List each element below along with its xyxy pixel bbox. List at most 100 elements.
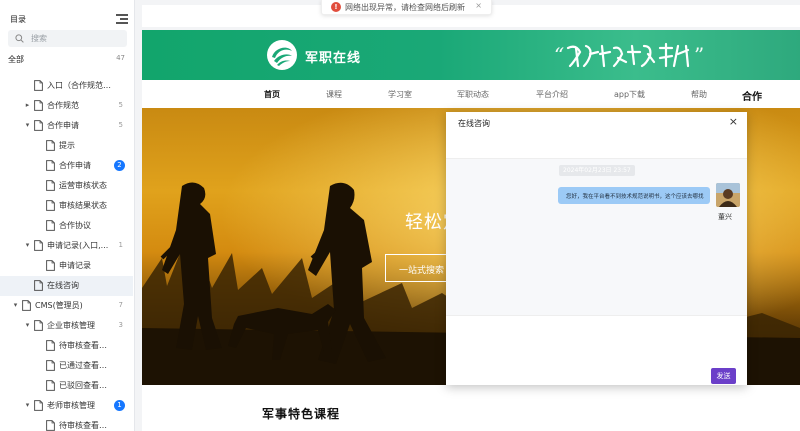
online-consult-dialog: 在线咨询 × 2024年02月23日 23:57 您好，我在平台看不到技术规范说… — [446, 112, 747, 385]
sidebar: 目录 搜索 全部 47 入口（合作规范、合...▸合作规范5▾合作申请5提示合作… — [0, 0, 135, 431]
logo-icon — [267, 40, 297, 70]
document-icon — [46, 220, 55, 231]
all-label: 全部 — [8, 55, 24, 64]
document-icon — [34, 120, 43, 131]
tree-item-count: 3 — [118, 321, 123, 329]
sidebar-title: 目录 — [10, 15, 26, 24]
tree-item-count: 5 — [118, 121, 123, 129]
site-nav: 首页 课程 学习室 军职动态 平台介绍 app下载 帮助 合作 — [142, 80, 800, 108]
nav-cooperation[interactable]: 合作 — [742, 88, 762, 103]
document-icon — [46, 180, 55, 191]
tree-item[interactable]: 待审核查看详情 — [0, 416, 133, 431]
caret-down-icon[interactable]: ▾ — [24, 122, 31, 129]
tree-item[interactable]: ▸ 合作规范 5 — [0, 96, 133, 116]
course-section: 军事特色课程 — [142, 385, 800, 431]
document-icon — [46, 360, 55, 371]
tree-item[interactable]: ▾ CMS(管理员) 7 — [0, 296, 133, 316]
tree-item[interactable]: 申请记录 — [0, 256, 133, 276]
toast-message: 网络出现异常，请检查网络后刷新 — [345, 3, 465, 12]
send-button[interactable]: 发送 — [711, 368, 736, 384]
tree-item-label: 待审核查看详情 — [59, 421, 113, 430]
tree-item[interactable]: 运营审核状态 — [0, 176, 133, 196]
nav-platform-intro[interactable]: 平台介绍 — [536, 89, 568, 100]
document-icon — [46, 200, 55, 211]
tree-item[interactable]: 待审核查看详情 — [0, 336, 133, 356]
tree-item-label: 已通过查看详情 — [59, 361, 113, 370]
tree-item-label: 企业审核管理 — [47, 321, 95, 330]
avatar — [716, 183, 740, 207]
section-title: 军事特色课程 — [262, 407, 341, 421]
nav-home[interactable]: 首页 — [264, 89, 280, 100]
nav-study-room[interactable]: 学习室 — [388, 89, 412, 100]
tree-item[interactable]: 审核结果状态 — [0, 196, 133, 216]
tree-item-label: 审核结果状态 — [59, 201, 107, 210]
network-error-toast: ! 网络出现异常，请检查网络后刷新 × — [321, 0, 492, 15]
dialog-header: 在线咨询 × — [446, 112, 747, 134]
caret-down-icon[interactable]: ▾ — [24, 322, 31, 329]
tree-item-label: 已驳回查看详情 — [59, 381, 113, 390]
notification-badge: 2 — [114, 160, 125, 171]
collapse-menu-icon[interactable] — [116, 13, 128, 25]
document-icon — [34, 280, 43, 291]
slogan-calligraphy-image: “ ” — [554, 42, 704, 68]
tree-item-label: 在线咨询 — [47, 281, 79, 290]
site-header: 军职在线 “ ” — [142, 30, 800, 80]
tree-item-label: 合作规范 — [47, 101, 79, 110]
tree-item[interactable]: 入口（合作规范、合... — [0, 76, 133, 96]
tree-item-count: 1 — [118, 241, 123, 249]
document-icon — [34, 100, 43, 111]
banner-search-button[interactable]: 一站式搜索 — [385, 254, 455, 282]
document-icon — [22, 300, 31, 311]
tree-item[interactable]: 提示 — [0, 136, 133, 156]
search-icon — [15, 34, 24, 43]
chat-message-text: 您好，我在平台看不到技术规范说明书，这个应该去哪找 — [566, 194, 704, 200]
sidebar-search-input[interactable]: 搜索 — [8, 30, 127, 47]
document-icon — [46, 420, 55, 431]
document-icon — [46, 160, 55, 171]
tree-item[interactable]: 已驳回查看详情 — [0, 376, 133, 396]
message-timestamp: 2024年02月23日 23:57 — [559, 165, 635, 176]
banner-button-label: 一站式搜索 — [399, 266, 445, 276]
tree-item-label: 申请记录 — [59, 261, 91, 270]
nav-courses[interactable]: 课程 — [326, 89, 342, 100]
dialog-title: 在线咨询 — [458, 119, 490, 128]
document-icon — [46, 380, 55, 391]
error-icon: ! — [331, 2, 341, 12]
tree-item[interactable]: 合作申请 2 — [0, 156, 133, 176]
svg-text:“: “ — [554, 43, 564, 67]
tree-item-label: 运营审核状态 — [59, 181, 107, 190]
tree-item[interactable]: ▾ 申请记录(入口,... 1 — [0, 236, 133, 256]
dialog-close-icon[interactable]: × — [729, 116, 738, 128]
sidebar-all-row[interactable]: 全部 47 — [8, 54, 127, 66]
tree-item-count: 7 — [118, 301, 123, 309]
tree-item-label: 合作申请 — [59, 161, 91, 170]
caret-right-icon[interactable]: ▸ — [24, 102, 31, 109]
tree-item[interactable]: ▾ 老师审核管理 1 — [0, 396, 133, 416]
tree-item-count: 5 — [118, 101, 123, 109]
message-input[interactable] — [446, 315, 747, 385]
svg-text:”: ” — [694, 43, 704, 67]
nav-news[interactable]: 军职动态 — [457, 89, 489, 100]
tree-item-label: 入口（合作规范、合... — [47, 81, 113, 90]
caret-down-icon[interactable]: ▾ — [12, 302, 19, 309]
document-icon — [34, 320, 43, 331]
tree-item[interactable]: 合作协议 — [0, 216, 133, 236]
caret-down-icon[interactable]: ▾ — [24, 402, 31, 409]
nav-help[interactable]: 帮助 — [691, 89, 707, 100]
tree-item[interactable]: ▾ 企业审核管理 3 — [0, 316, 133, 336]
tree-item[interactable]: 在线咨询 — [0, 276, 133, 296]
chat-messages: 2024年02月23日 23:57 您好，我在平台看不到技术规范说明书，这个应该… — [446, 159, 747, 315]
nav-app-download[interactable]: app下载 — [614, 89, 645, 100]
tree-item[interactable]: 已通过查看详情 — [0, 356, 133, 376]
tree-item[interactable]: ▾ 合作申请 5 — [0, 116, 133, 136]
sidebar-header: 目录 — [10, 13, 128, 27]
document-icon — [46, 140, 55, 151]
tree-item-label: 老师审核管理 — [47, 401, 95, 410]
tree-item-label: 提示 — [59, 141, 75, 150]
site-logo-text: 军职在线 — [305, 51, 362, 66]
caret-down-icon[interactable]: ▾ — [24, 242, 31, 249]
toast-close-icon[interactable]: × — [475, 1, 482, 10]
document-icon — [34, 80, 43, 91]
document-icon — [34, 400, 43, 411]
all-count: 47 — [116, 54, 125, 62]
